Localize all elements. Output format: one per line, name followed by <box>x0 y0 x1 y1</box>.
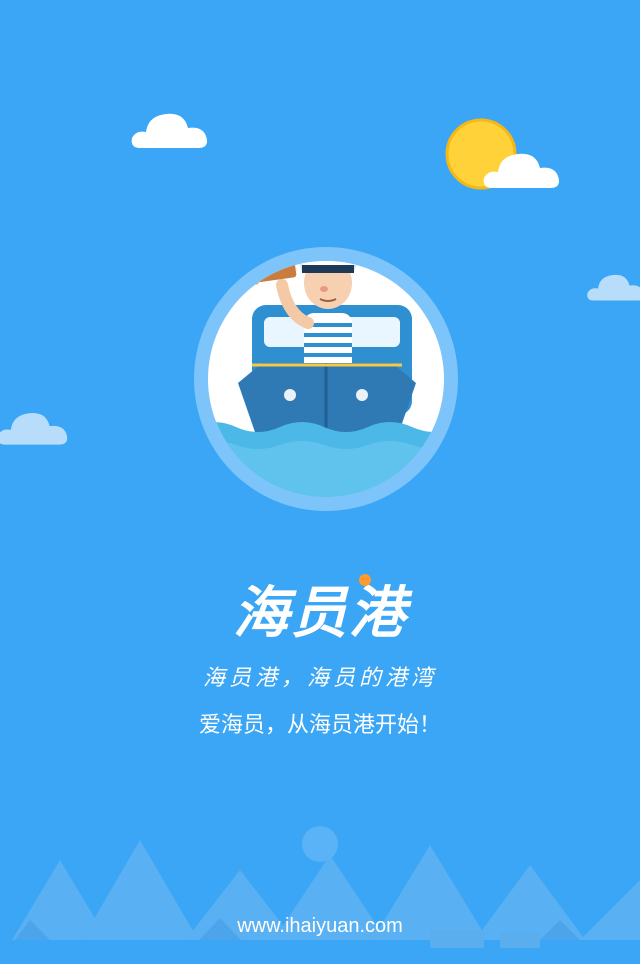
cloud-icon <box>586 270 640 304</box>
cloud-icon <box>0 404 70 452</box>
slogan-secondary: 爱海员，从海员港开始！ <box>198 713 441 738</box>
slogan-primary: 海员港，海员的港湾 <box>202 666 437 691</box>
website-url[interactable]: www.ihaiyuan.com <box>0 915 640 938</box>
sailor-boat-illustration <box>192 245 460 513</box>
cloud-icon <box>130 108 210 152</box>
cloud-icon <box>482 148 562 192</box>
logo-text: 海员港 <box>233 568 407 649</box>
app-logo: 海员港 <box>0 568 640 648</box>
logo-accent-dot <box>359 573 371 586</box>
